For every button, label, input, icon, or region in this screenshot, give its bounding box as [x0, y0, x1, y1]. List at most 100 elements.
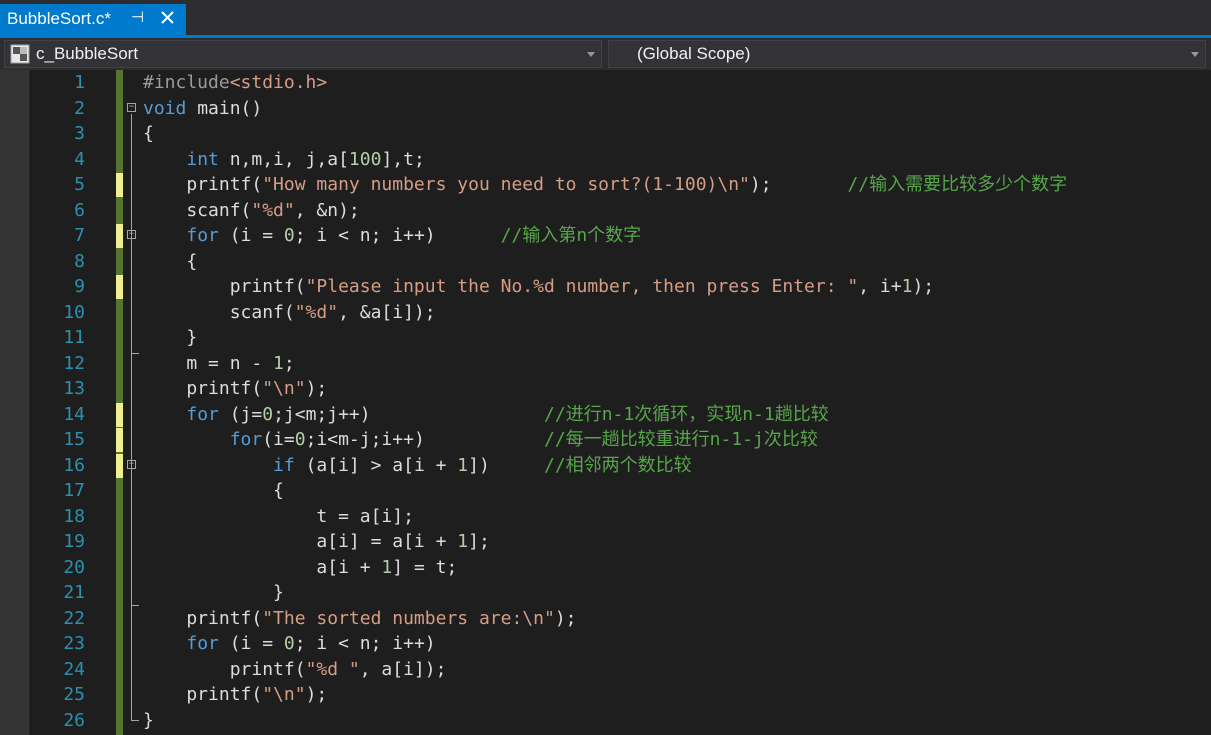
code-keyword: for [186, 403, 219, 425]
code-line[interactable]: 3{ [0, 121, 1211, 147]
code-token: , &n); [294, 199, 360, 221]
code-token: scanf( [143, 301, 295, 323]
code-line[interactable]: 21 } [0, 580, 1211, 606]
collapse-icon[interactable]: − [127, 459, 136, 469]
code-string: "The sorted numbers are:\n" [262, 607, 555, 629]
line-number: 17 [63, 480, 85, 501]
line-number: 9 [74, 276, 85, 297]
code-comment: //进行n-1次循环，实现n-1趟比较 [544, 403, 829, 425]
code-comment: //输入第n个数字 [500, 225, 642, 246]
code-text: printf("\n"); [143, 376, 327, 401]
code-line[interactable]: 26} [0, 708, 1211, 734]
code-line[interactable]: 6 scanf("%d", &n); [0, 198, 1211, 224]
code-text: m = n - 1; [143, 351, 295, 376]
code-keyword: for [186, 225, 219, 246]
code-line[interactable]: 7 − for (i = 0; i < n; i++) //输入第n个数字 [0, 223, 1211, 249]
code-text: printf("\n"); [143, 682, 327, 707]
code-string: "%d" [294, 301, 339, 323]
chevron-down-icon[interactable] [1191, 52, 1199, 57]
code-token: 0 [294, 429, 306, 450]
code-token: ; [283, 352, 295, 374]
collapse-icon[interactable]: − [127, 230, 136, 239]
code-line[interactable]: 10 scanf("%d", &a[i]); [0, 300, 1211, 326]
code-token: main() [186, 97, 263, 119]
unsaved-change-marker [116, 224, 123, 248]
line-number: 25 [63, 684, 85, 705]
code-token: printf( [143, 607, 263, 629]
code-text: scanf("%d", &a[i]); [143, 300, 436, 325]
code-token: , &a[i]); [338, 301, 436, 323]
code-line[interactable]: 9 printf("Please input the No.%d number,… [0, 274, 1211, 300]
chevron-down-icon[interactable] [587, 52, 595, 57]
code-text: a[i + 1] = t; [143, 555, 457, 580]
code-text: for(i=0;i<m-j;i++) //每一趟比较重进行n-1-j次比较 [143, 427, 818, 452]
code-line[interactable]: 11 } [0, 325, 1211, 351]
code-token: (i = [218, 633, 284, 654]
line-number: 15 [63, 429, 85, 450]
line-number: 21 [63, 582, 85, 603]
code-token: ] = t; [392, 556, 458, 578]
code-line[interactable]: 23 for (i = 0; i < n; i++) [0, 631, 1211, 657]
scope-dropdown[interactable]: (Global Scope) [608, 40, 1206, 68]
code-string: "Please input the No.%d number, then pre… [305, 276, 859, 297]
code-line[interactable]: 22 printf("The sorted numbers are:\n"); [0, 606, 1211, 632]
project-dropdown[interactable]: c_BubbleSort [4, 40, 602, 68]
close-icon[interactable] [158, 7, 178, 29]
code-text: printf("Please input the No.%d number, t… [143, 274, 934, 299]
line-number: 5 [74, 174, 85, 195]
code-line[interactable]: 1 #include<stdio.h> [0, 70, 1211, 96]
code-keyword: if [273, 454, 295, 476]
code-token: , i+ [858, 276, 902, 297]
code-line[interactable]: 18 t = a[i]; [0, 504, 1211, 530]
code-line[interactable]: 20 a[i + 1] = t; [0, 555, 1211, 581]
code-string: "How many numbers you need to sort?(1-10… [262, 174, 750, 195]
tab-bubblesort[interactable]: BubbleSort.c* ⊣ [0, 4, 186, 35]
navigation-bar: c_BubbleSort (Global Scope) [0, 38, 1211, 70]
code-comment: //输入需要比较多少个数字 [847, 174, 1068, 195]
code-line[interactable]: 17 { [0, 478, 1211, 504]
code-token: 1 [381, 556, 393, 578]
code-text: printf("%d ", a[i]); [143, 657, 447, 682]
code-token: } [143, 582, 284, 603]
line-number: 11 [63, 327, 85, 348]
code-text: printf("The sorted numbers are:\n"); [143, 606, 576, 631]
unsaved-change-marker [116, 453, 123, 478]
code-line[interactable]: 19 a[i] = a[i + 1]; [0, 529, 1211, 555]
code-line[interactable]: 16 − if (a[i] > a[i + 1]) //相邻两个数比较 [0, 453, 1211, 479]
code-token: (i = [218, 225, 284, 246]
line-number: 4 [74, 148, 85, 170]
code-editor[interactable]: 1 #include<stdio.h> 2− void main() 3{4 int n… [0, 70, 1211, 735]
code-line[interactable]: 24 printf("%d ", a[i]); [0, 657, 1211, 683]
code-token: ]) [468, 454, 544, 476]
code-line[interactable]: 15 for(i=0;i<m-j;i++) //每一趟比较重进行n-1-j次比较 [0, 427, 1211, 453]
code-token: printf( [143, 174, 263, 195]
code-line[interactable]: 12 m = n - 1; [0, 351, 1211, 377]
code-token: ); [749, 174, 848, 195]
code-token: 100 [348, 148, 382, 170]
line-number: 2 [74, 97, 85, 119]
unsaved-change-marker [116, 173, 123, 197]
code-token: a[i] = a[i + [143, 531, 458, 552]
unsaved-change-marker [116, 402, 123, 427]
scope-name: (Global Scope) [637, 44, 751, 63]
code-line[interactable]: 4 int n,m,i, j,a[100],t; [0, 147, 1211, 173]
code-token: n,m,i, j,a[ [218, 148, 349, 170]
code-line[interactable]: 14 for (j=0;j<m;j++) //进行n-1次循环，实现n-1趟比较 [0, 402, 1211, 428]
line-number: 10 [63, 301, 85, 323]
code-line[interactable]: 8 { [0, 249, 1211, 275]
code-line[interactable]: 2 − void main() [0, 96, 1211, 122]
code-keyword: int [186, 148, 219, 170]
unsaved-change-marker [116, 428, 123, 452]
code-token: printf( [143, 378, 263, 399]
pin-icon[interactable]: ⊣ [131, 8, 144, 28]
code-line[interactable]: 13 printf("\n"); [0, 376, 1211, 402]
collapse-icon[interactable]: − [127, 102, 136, 112]
code-line[interactable]: 25 printf("\n"); [0, 682, 1211, 708]
code-line[interactable]: 5 printf("How many numbers you need to s… [0, 172, 1211, 198]
document-tab-strip: BubbleSort.c* ⊣ [0, 0, 1211, 35]
line-number: 13 [63, 378, 85, 399]
code-keyword: void [143, 97, 187, 119]
